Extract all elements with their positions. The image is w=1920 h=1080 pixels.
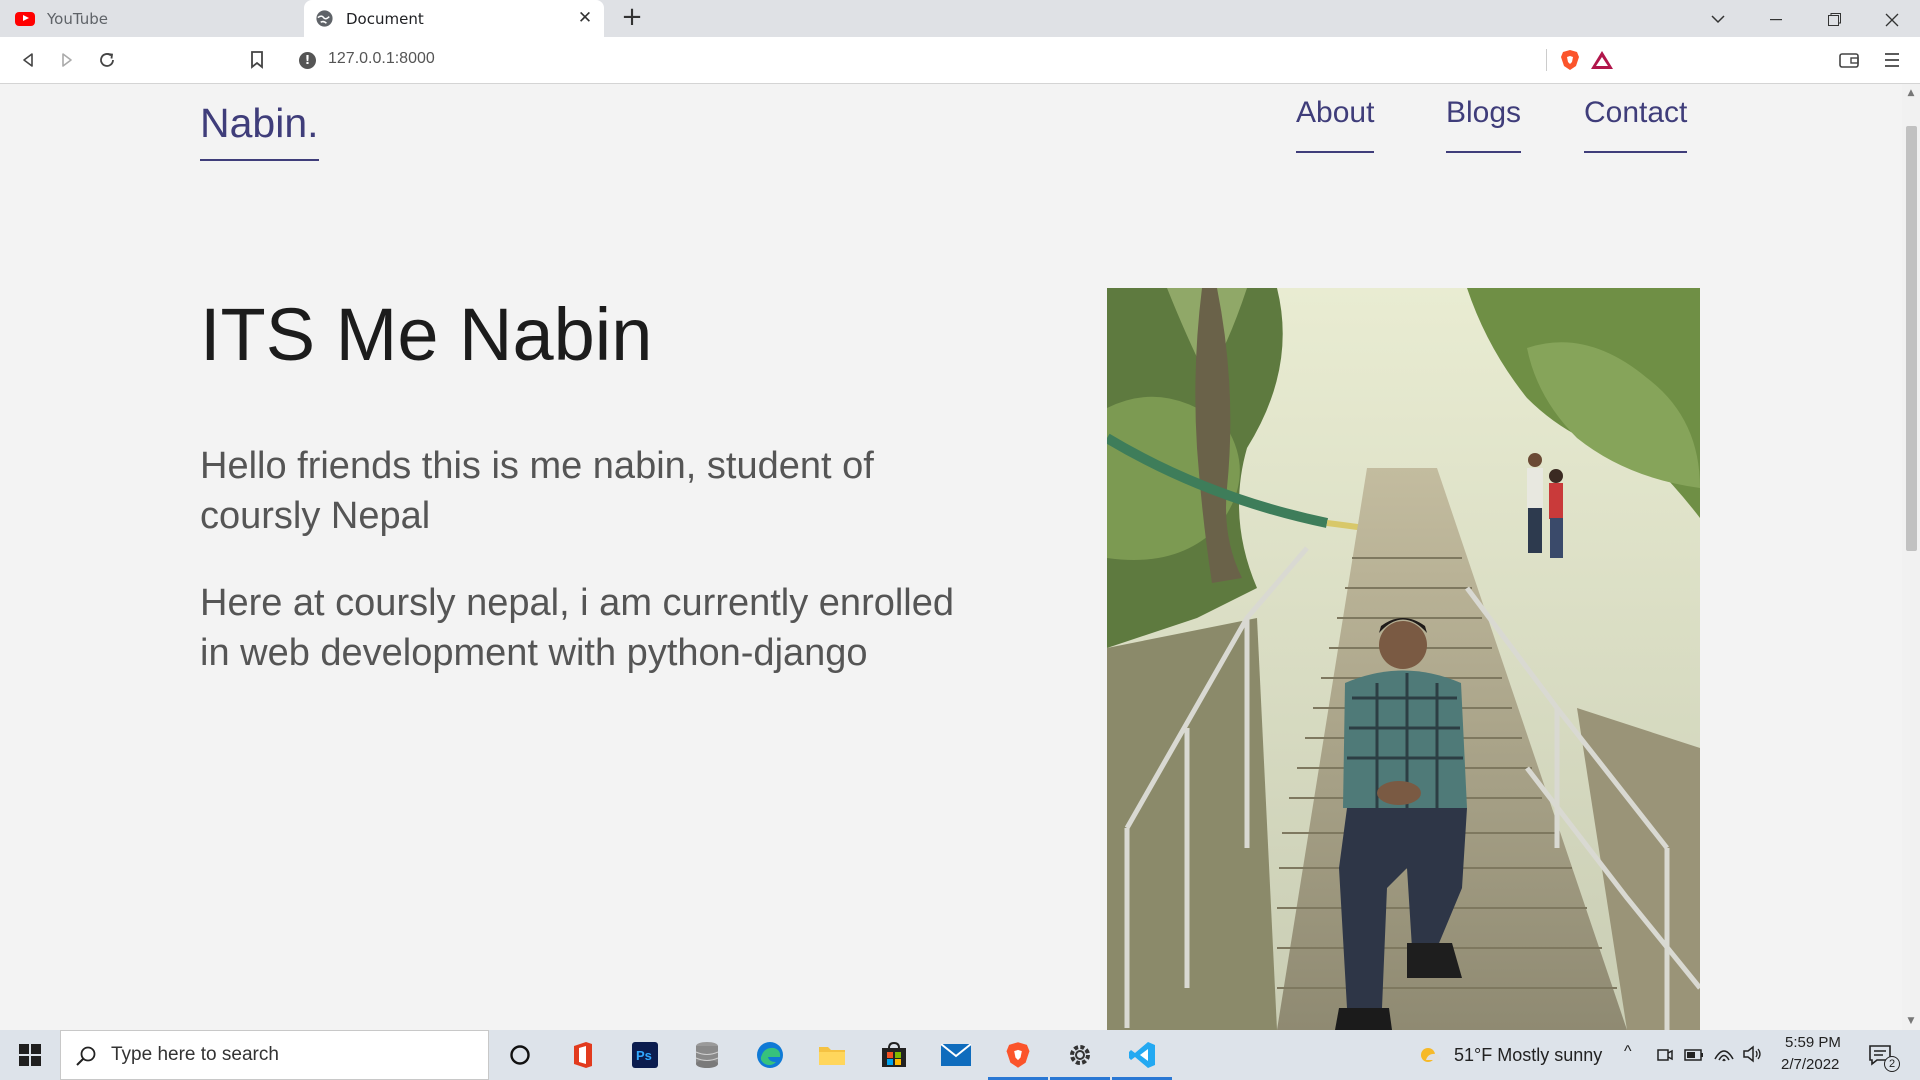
minimize-button[interactable] [1748, 0, 1804, 37]
url-text: 127.0.0.1:8000 [328, 50, 435, 67]
windows-logo-icon [19, 1044, 41, 1066]
volume-icon[interactable] [1742, 1045, 1762, 1063]
hero-title: ITS Me Nabin [200, 293, 653, 376]
address-bar[interactable]: ! 127.0.0.1:8000 [285, 43, 1635, 77]
restore-button[interactable] [1806, 0, 1862, 37]
back-button[interactable] [15, 47, 41, 73]
close-window-button[interactable] [1864, 0, 1920, 37]
site-info-icon[interactable]: ! [299, 52, 316, 69]
tab-title: YouTube [47, 9, 108, 28]
menu-icon[interactable] [1879, 47, 1905, 73]
database-icon[interactable] [677, 1030, 737, 1080]
scrollbar-thumb[interactable] [1906, 126, 1917, 551]
close-tab-icon[interactable]: ✕ [576, 9, 594, 27]
wifi-icon[interactable] [1714, 1045, 1734, 1063]
brave-browser-icon[interactable] [988, 1030, 1048, 1080]
page-scrollbar[interactable]: ▲ ▼ [1902, 84, 1920, 1030]
scroll-up-arrow-icon[interactable]: ▲ [1906, 88, 1916, 98]
photoshop-icon[interactable]: Ps [615, 1030, 675, 1080]
taskbar-search-box[interactable]: Type here to search [60, 1030, 489, 1080]
search-icon [76, 1046, 96, 1066]
vscode-icon[interactable] [1112, 1030, 1172, 1080]
page-viewport: Nabin. About Blogs Contact ITS Me Nabin … [0, 84, 1902, 1030]
svg-text:Ps: Ps [636, 1048, 652, 1063]
intro-paragraph: Hello friends this is me nabin, student … [200, 445, 874, 537]
reload-button[interactable] [94, 47, 120, 73]
settings-gear-icon[interactable] [1050, 1030, 1110, 1080]
site-logo[interactable]: Nabin. [200, 100, 319, 161]
store-icon[interactable] [864, 1030, 924, 1080]
nav-link-blogs[interactable]: Blogs [1446, 96, 1522, 153]
wallet-icon[interactable] [1836, 47, 1862, 73]
tab-title: Document [346, 9, 424, 28]
browser-toolbar: ! 127.0.0.1:8000 [0, 37, 1920, 84]
office-icon[interactable] [553, 1030, 613, 1080]
globe-icon [316, 10, 333, 27]
weather-sun-icon[interactable] [1418, 1044, 1442, 1066]
brave-shields-icon[interactable] [1560, 49, 1580, 71]
clock-time[interactable]: 5:59 PM [1785, 1034, 1841, 1051]
mail-icon[interactable] [926, 1030, 986, 1080]
search-placeholder: Type here to search [111, 1044, 279, 1065]
forward-button[interactable] [54, 47, 80, 73]
meet-now-icon[interactable] [1656, 1046, 1674, 1064]
youtube-icon [15, 11, 35, 26]
show-hidden-icons-chevron-icon[interactable]: ^ [1624, 1043, 1632, 1061]
file-explorer-icon[interactable] [802, 1030, 862, 1080]
notification-count-badge: 2 [1884, 1056, 1900, 1072]
new-tab-button[interactable]: + [618, 4, 646, 32]
windows-taskbar: Type here to search Ps 51°F Mostly sunny… [0, 1030, 1920, 1080]
nav-link-contact[interactable]: Contact [1584, 96, 1688, 153]
tab-youtube[interactable]: YouTube [0, 0, 302, 37]
tab-document[interactable]: Document ✕ [304, 0, 604, 37]
profile-photo [1107, 288, 1700, 1030]
bookmark-icon[interactable] [244, 47, 270, 73]
enrollment-paragraph: Here at coursly nepal, i am currently en… [200, 582, 955, 674]
battery-icon[interactable] [1684, 1048, 1704, 1062]
edge-icon[interactable] [740, 1030, 800, 1080]
weather-text[interactable]: 51°F Mostly sunny [1454, 1045, 1602, 1066]
tab-search-chevron-icon[interactable] [1690, 0, 1746, 37]
start-button[interactable] [0, 1030, 60, 1080]
nav-link-about[interactable]: About [1296, 96, 1375, 153]
cortana-icon[interactable] [490, 1030, 550, 1080]
brave-rewards-icon[interactable] [1590, 50, 1614, 70]
clock-date[interactable]: 2/7/2022 [1781, 1056, 1839, 1073]
tab-strip: YouTube Document ✕ + [0, 0, 1920, 37]
scroll-down-arrow-icon[interactable]: ▼ [1906, 1016, 1916, 1026]
divider [1546, 49, 1547, 71]
